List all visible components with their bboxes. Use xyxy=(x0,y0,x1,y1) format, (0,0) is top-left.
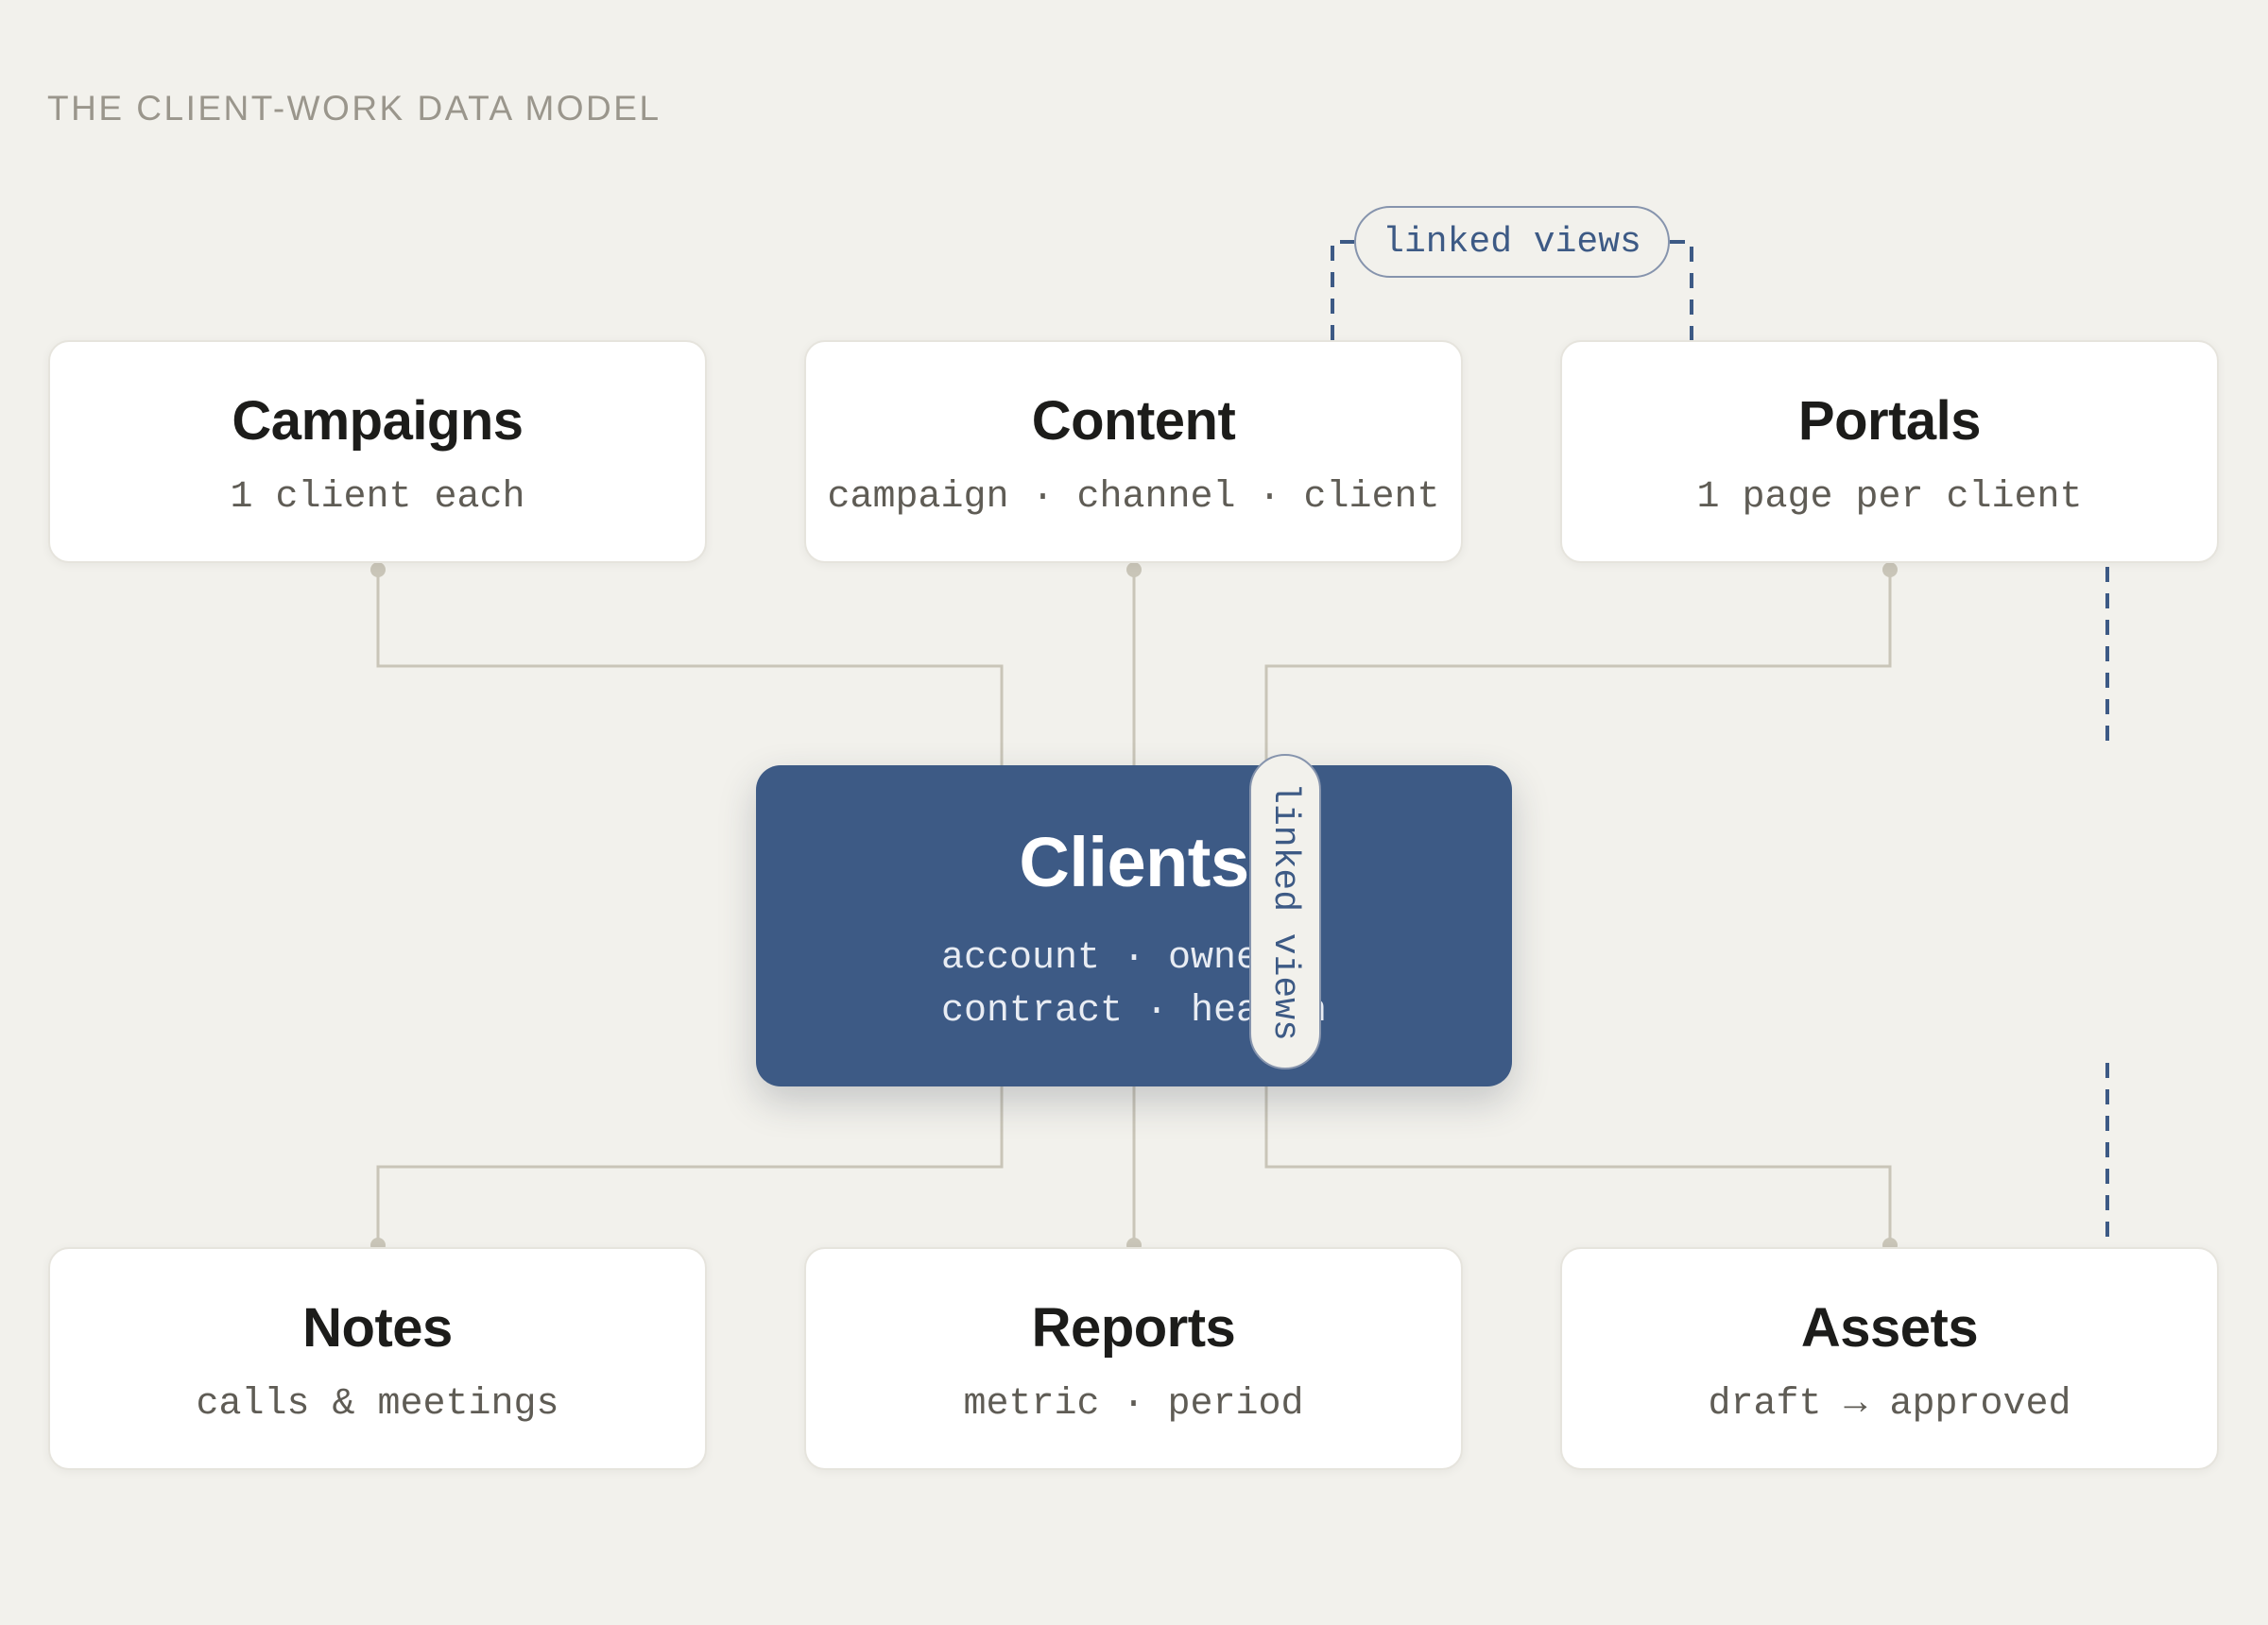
entity-fields: metric · period xyxy=(963,1383,1304,1426)
linked-views-label-side: linked views xyxy=(1249,754,1321,1069)
entity-campaigns[interactable]: Campaigns 1 client each xyxy=(48,340,707,563)
entity-fields: 1 client each xyxy=(230,476,525,519)
entity-notes[interactable]: Notes calls & meetings xyxy=(48,1247,707,1470)
entity-content[interactable]: Content campaign · channel · client xyxy=(804,340,1463,563)
entity-name: Notes xyxy=(302,1297,453,1359)
entity-clients-hub[interactable]: Clients account · owner · contract · hea… xyxy=(756,765,1512,1086)
connector-dot xyxy=(370,562,386,577)
entity-name: Campaigns xyxy=(232,390,524,452)
connector-assets xyxy=(1264,1086,1892,1245)
hub-fields-line1: account · owner · xyxy=(940,937,1328,980)
entity-name: Content xyxy=(1031,390,1236,452)
entity-fields: calls & meetings xyxy=(196,1383,559,1426)
entity-fields: draft → approved xyxy=(1708,1383,2071,1426)
linked-views-label-top: linked views xyxy=(1354,206,1670,278)
entity-reports[interactable]: Reports metric · period xyxy=(804,1247,1463,1470)
entity-name: Reports xyxy=(1031,1297,1236,1359)
entity-assets[interactable]: Assets draft → approved xyxy=(1560,1247,2219,1470)
hub-name: Clients xyxy=(1019,823,1249,901)
connector-dot xyxy=(1882,562,1898,577)
entity-name: Portals xyxy=(1797,390,1982,452)
connector-notes xyxy=(376,1086,1004,1245)
entity-fields: campaign · channel · client xyxy=(827,476,1440,519)
connector-dot xyxy=(1126,562,1142,577)
hub-fields-line2: contract · health xyxy=(940,990,1328,1033)
entity-fields: 1 page per client xyxy=(1696,476,2083,519)
entity-name: Assets xyxy=(1800,1297,1979,1359)
entity-portals[interactable]: Portals 1 page per client xyxy=(1560,340,2219,563)
connector-portals xyxy=(1264,570,1892,765)
connector-campaigns xyxy=(376,570,1004,765)
